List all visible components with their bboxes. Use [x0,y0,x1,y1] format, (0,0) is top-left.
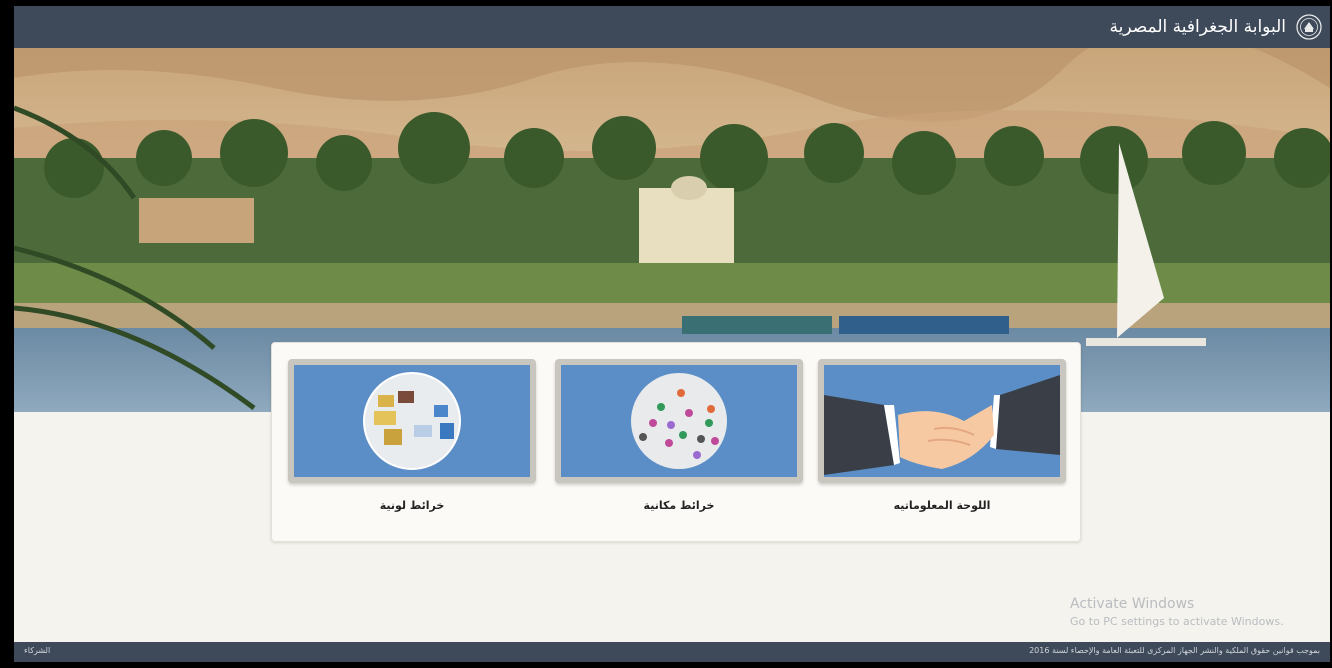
card-location-maps[interactable]: خرائط مكانية [555,359,803,537]
card-thumbnail-background [824,365,1060,477]
card-label[interactable]: اللوحة المعلوماتيه [818,499,1066,512]
map-pins-icon [631,373,727,469]
card-thumbnail-background [561,365,797,477]
colored-map-icon [363,372,461,470]
card-dashboard[interactable]: اللوحة المعلوماتيه [818,359,1066,537]
header-bar: البوابة الجغرافية المصرية [14,6,1330,48]
portal-page: البوابة الجغرافية المصرية خرائط لونية خر… [14,6,1330,662]
card-colored-maps[interactable]: خرائط لونية [288,359,536,537]
partners-link[interactable]: الشركاء [24,646,50,655]
watermark-line-2: Go to PC settings to activate Windows. [1070,615,1284,628]
watermark-line-1: Activate Windows [1070,596,1195,612]
activate-windows-watermark: Activate Windows Go to PC settings to ac… [1070,596,1284,628]
handshake-icon [824,375,1060,475]
screen-frame: البوابة الجغرافية المصرية خرائط لونية خر… [0,0,1332,668]
services-panel: خرائط لونية خرائط مكانية اللوحة المعلوما… [271,342,1081,542]
card-thumbnail[interactable] [288,359,536,483]
card-thumbnail[interactable] [555,359,803,483]
card-label[interactable]: خرائط لونية [288,499,536,512]
portal-title[interactable]: البوابة الجغرافية المصرية [1110,17,1286,37]
copyright-text: بموجب قوانين حقوق الملكية والنشر الجهاز … [1029,646,1320,655]
card-thumbnail-background [294,365,530,477]
egypt-emblem-icon[interactable] [1296,14,1322,40]
footer-bar: الشركاء بموجب قوانين حقوق الملكية والنشر… [14,642,1330,662]
card-thumbnail[interactable] [818,359,1066,483]
card-label[interactable]: خرائط مكانية [555,499,803,512]
